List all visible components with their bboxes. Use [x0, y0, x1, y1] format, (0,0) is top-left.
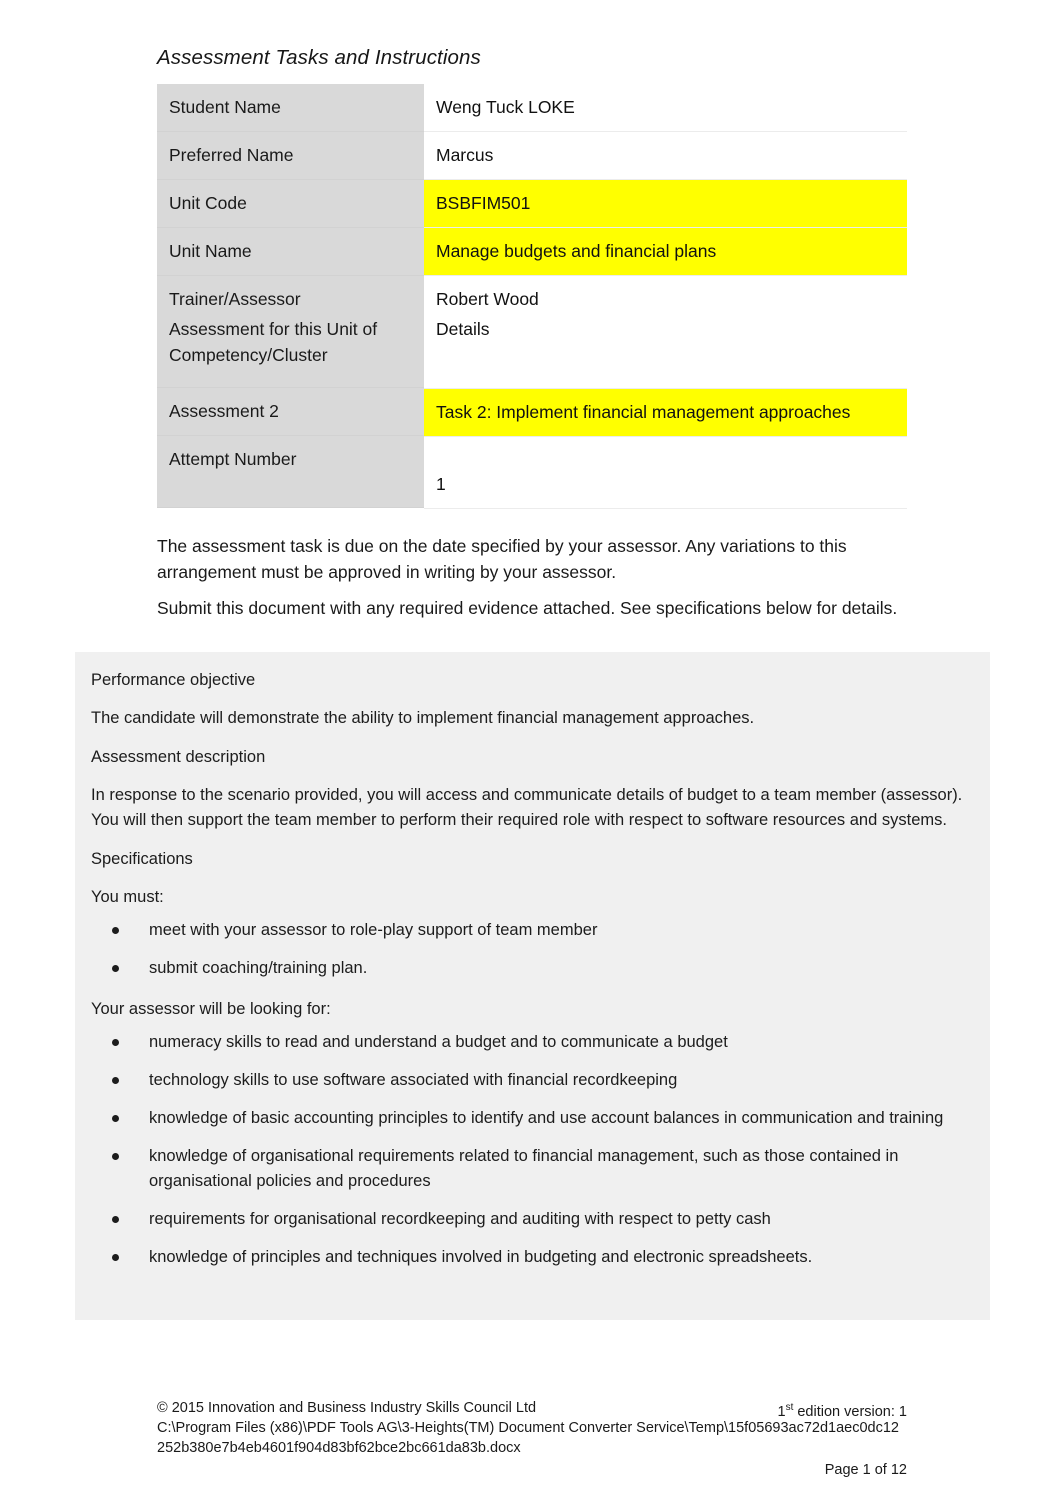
row-label: Assessment for this Unit of Competency/C… [157, 306, 424, 388]
list-item: knowledge of organisational requirements… [91, 1144, 972, 1194]
you-must-heading: You must: [91, 888, 164, 906]
table-row: Preferred Name Marcus [157, 131, 907, 180]
assessor-criteria-list: numeracy skills to read and understand a… [91, 1030, 972, 1270]
edition-number: 1 [777, 1403, 786, 1420]
submission-paragraph: Submit this document with any required e… [157, 598, 898, 618]
list-item-label: technology skills to use software associ… [149, 1071, 678, 1089]
list-item-label: requirements for organisational recordke… [149, 1210, 771, 1228]
list-item-label: knowledge of organisational requirements… [149, 1147, 899, 1190]
footer-top-row: © 2015 Innovation and Business Industry … [157, 1398, 907, 1420]
you-must-list: meet with your assessor to role-play sup… [91, 918, 972, 981]
table-row: Student Name Weng Tuck LOKE [157, 84, 907, 132]
row-value: Task 2: Implement financial management a… [424, 388, 907, 437]
row-value-text: Details [436, 319, 490, 339]
list-item-label: knowledge of basic accounting principles… [149, 1109, 944, 1127]
document-page: Assessment Tasks and Instructions Studen… [0, 0, 1062, 1504]
row-label: Unit Code [157, 179, 424, 228]
bullet-icon [112, 1039, 119, 1046]
bullet-icon [112, 965, 119, 972]
row-value: BSBFIM501 [424, 179, 907, 228]
table-row: Assessment for this Unit of Competency/C… [157, 306, 907, 389]
list-item: knowledge of principles and techniques i… [91, 1245, 972, 1270]
row-value: Weng Tuck LOKE [424, 84, 907, 132]
specifications-heading: Specifications [91, 850, 193, 868]
specifications-panel: Performance objective The candidate will… [75, 652, 990, 1320]
source-file-path: C:\Program Files (x86)\PDF Tools AG\3-He… [157, 1420, 899, 1456]
performance-objective-heading: Performance objective [91, 671, 256, 689]
list-item: submit coaching/training plan. [91, 956, 972, 981]
row-value: Details [424, 306, 907, 389]
row-value-text-highlighted: Manage budgets and financial plans [424, 228, 907, 275]
assessment-details-table: Assessment for this Unit of Competency/C… [157, 306, 907, 509]
bullet-icon [112, 1077, 119, 1084]
bullet-icon [112, 1115, 119, 1122]
row-value: 1 [424, 436, 907, 509]
table-row: Unit Name Manage budgets and financial p… [157, 227, 907, 276]
table-row: Attempt Number 1 [157, 436, 907, 509]
edition-label: edition version: 1 [793, 1403, 907, 1420]
bullet-icon [112, 927, 119, 934]
list-item-label: submit coaching/training plan. [149, 959, 368, 977]
performance-objective-text: The candidate will demonstrate the abili… [91, 709, 755, 727]
row-value-text: Weng Tuck LOKE [436, 97, 575, 117]
due-date-paragraph: The assessment task is due on the date s… [157, 536, 847, 582]
row-value-text: Marcus [436, 145, 494, 165]
bullet-icon [112, 1254, 119, 1261]
row-value-text-highlighted: Task 2: Implement financial management a… [424, 388, 907, 436]
row-value: Marcus [424, 131, 907, 180]
row-label: Unit Name [157, 227, 424, 276]
copyright-text: © 2015 Innovation and Business Industry … [157, 1400, 537, 1416]
edition-version-text: 1st edition version: 1 [777, 1398, 907, 1422]
assessment-description-heading: Assessment description [91, 748, 266, 766]
list-item-label: meet with your assessor to role-play sup… [149, 921, 598, 939]
page-footer: © 2015 Innovation and Business Industry … [157, 1398, 907, 1480]
list-item: technology skills to use software associ… [91, 1068, 972, 1093]
row-label: Assessment 2 [157, 388, 424, 436]
row-label: Attempt Number [157, 436, 424, 508]
student-details-table: Student Name Weng Tuck LOKE Preferred Na… [157, 84, 907, 324]
list-item: numeracy skills to read and understand a… [91, 1030, 972, 1055]
row-label: Student Name [157, 84, 424, 132]
assessor-looking-for-heading: Your assessor will be looking for: [91, 1000, 331, 1018]
table-row: Unit Code BSBFIM501 [157, 179, 907, 228]
bullet-icon [112, 1216, 119, 1223]
row-value: Manage budgets and financial plans [424, 227, 907, 276]
page-title: Assessment Tasks and Instructions [157, 46, 481, 69]
row-value-text-highlighted: BSBFIM501 [424, 180, 907, 227]
list-item: requirements for organisational recordke… [91, 1207, 972, 1232]
bullet-icon [112, 1153, 119, 1160]
table-row: Assessment 2 Task 2: Implement financial… [157, 388, 907, 437]
list-item-label: numeracy skills to read and understand a… [149, 1033, 728, 1051]
assessment-description-text: In response to the scenario provided, yo… [91, 786, 963, 829]
row-value-text: 1 [436, 473, 446, 494]
list-item: knowledge of basic accounting principles… [91, 1106, 972, 1131]
page-number: Page 1 of 12 [824, 1462, 907, 1478]
list-item: meet with your assessor to role-play sup… [91, 918, 972, 943]
list-item-label: knowledge of principles and techniques i… [149, 1248, 813, 1266]
row-label: Preferred Name [157, 131, 424, 180]
